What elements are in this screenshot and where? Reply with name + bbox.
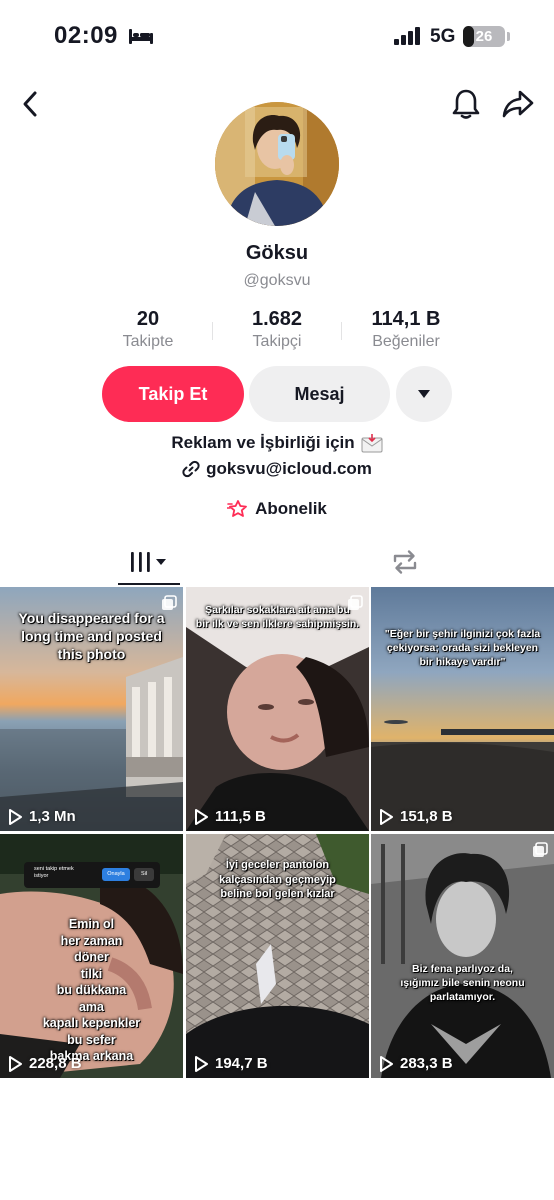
bio-link[interactable]: goksvu@icloud.com xyxy=(0,459,554,483)
bio-email: goksvu@icloud.com xyxy=(206,459,372,478)
stat-value: 20 xyxy=(136,308,160,330)
view-count: 283,3 B xyxy=(400,1055,453,1072)
video-grid: You disappeared for a long time and post… xyxy=(0,587,554,1078)
overlay-text: seni takip etmek istiyor xyxy=(34,866,74,879)
active-tab-indicator xyxy=(118,583,180,585)
multi-photo-icon xyxy=(347,595,363,616)
notification-button[interactable] xyxy=(448,86,484,122)
profile-name: Göksu xyxy=(245,242,309,264)
profile-stats: 20 Takipte 1.682 Takipçi 114,1 B Beğenil… xyxy=(0,308,554,358)
more-options-button[interactable] xyxy=(396,366,452,422)
video-caption: Biz fena parlıyoz da, ışığımız bile seni… xyxy=(400,963,525,1003)
repost-icon xyxy=(393,550,417,574)
video-views: 194,7 B xyxy=(194,1055,268,1072)
video-views: 151,8 B xyxy=(379,808,453,825)
battery-tip xyxy=(507,32,510,41)
subscription-label: Abonelik xyxy=(255,499,327,518)
status-bar: 02:09 5G 26 xyxy=(0,0,554,74)
message-button[interactable]: Mesaj xyxy=(249,366,390,422)
video-views: 111,5 B xyxy=(194,808,266,825)
bio-text: Reklam ve İşbirliği için xyxy=(171,433,355,452)
avatar-photo xyxy=(215,102,339,226)
envelope-icon xyxy=(361,434,383,453)
subscription-link[interactable]: Abonelik xyxy=(0,499,554,524)
grid-menu-icon xyxy=(131,552,166,572)
video-tile[interactable]: İyi geceler pantolon kalçasından geçmeyi… xyxy=(186,834,369,1078)
stat-label: Takipte xyxy=(122,333,174,350)
play-icon xyxy=(380,1055,393,1072)
profile-username: @goksvu xyxy=(243,272,311,289)
play-icon xyxy=(380,808,393,825)
video-tile[interactable]: seni takip etmek istiyor Onayla Sil Emin… xyxy=(0,834,183,1078)
stat-label: Takipçi xyxy=(252,333,302,350)
follow-button[interactable]: Takip Et xyxy=(102,366,244,422)
caret-down-icon xyxy=(418,390,430,398)
play-icon xyxy=(195,808,208,825)
view-count: 228,8 B xyxy=(29,1055,82,1072)
overlay-confirm-button: Onayla xyxy=(102,868,130,881)
stat-likes[interactable]: 114,1 B Beğeniler xyxy=(341,308,471,351)
battery-indicator: 26 xyxy=(463,26,505,47)
play-icon xyxy=(9,1055,22,1072)
video-thumbnail xyxy=(371,834,554,1078)
link-icon xyxy=(182,460,200,478)
network-label: 5G xyxy=(430,26,456,47)
avatar[interactable] xyxy=(215,102,339,226)
video-views: 228,8 B xyxy=(8,1055,82,1072)
stat-value: 114,1 B xyxy=(371,308,441,330)
video-tile[interactable]: Şarkılar sokaklara ait ama bu bir ilk ve… xyxy=(186,587,369,831)
status-time: 02:09 xyxy=(54,22,118,49)
back-chevron-icon xyxy=(23,91,37,117)
battery-percent: 26 xyxy=(475,28,493,45)
view-count: 151,8 B xyxy=(400,808,453,825)
play-icon xyxy=(9,808,22,825)
video-caption: You disappeared for a long time and post… xyxy=(18,610,165,662)
video-caption: Emin ol her zaman döner tilki bu dükkana… xyxy=(42,917,141,1063)
video-views: 1,3 Mn xyxy=(8,808,76,825)
reposts-tab[interactable] xyxy=(380,542,430,582)
videos-tab[interactable] xyxy=(118,542,180,582)
follow-request-overlay: seni takip etmek istiyor Onayla Sil xyxy=(24,862,160,888)
back-button[interactable] xyxy=(12,86,48,122)
stat-value: 1.682 xyxy=(251,308,303,330)
video-tile[interactable]: You disappeared for a long time and post… xyxy=(0,587,183,831)
bed-icon xyxy=(129,29,153,44)
video-tile[interactable]: "Eğer bir şehir ilginizi çok fazla çekiy… xyxy=(371,587,554,831)
video-caption: "Eğer bir şehir ilginizi çok fazla çekiy… xyxy=(384,628,541,668)
signal-icon xyxy=(394,27,420,45)
play-icon xyxy=(195,1055,208,1072)
share-arrow-icon xyxy=(502,90,534,118)
stat-label: Beğeniler xyxy=(372,333,440,350)
video-views: 283,3 B xyxy=(379,1055,453,1072)
overlay-delete-button: Sil xyxy=(134,868,154,881)
video-tile[interactable]: Biz fena parlıyoz da, ışığımız bile seni… xyxy=(371,834,554,1078)
video-thumbnail xyxy=(371,720,554,831)
bell-icon xyxy=(452,89,480,119)
stat-following[interactable]: 20 Takipte xyxy=(83,308,213,351)
video-caption: İyi geceler pantolon kalçasından geçmeyi… xyxy=(219,859,336,900)
view-count: 194,7 B xyxy=(215,1055,268,1072)
view-count: 1,3 Mn xyxy=(29,808,76,825)
multi-photo-icon xyxy=(532,842,548,863)
bio-line: Reklam ve İşbirliği için xyxy=(0,433,554,453)
multi-photo-icon xyxy=(161,595,177,616)
share-button[interactable] xyxy=(500,86,536,122)
video-caption: Şarkılar sokaklara ait ama bu bir ilk ve… xyxy=(195,604,360,630)
stat-followers[interactable]: 1.682 Takipçi xyxy=(212,308,342,351)
view-count: 111,5 B xyxy=(215,808,266,825)
subscription-icon xyxy=(227,500,247,517)
